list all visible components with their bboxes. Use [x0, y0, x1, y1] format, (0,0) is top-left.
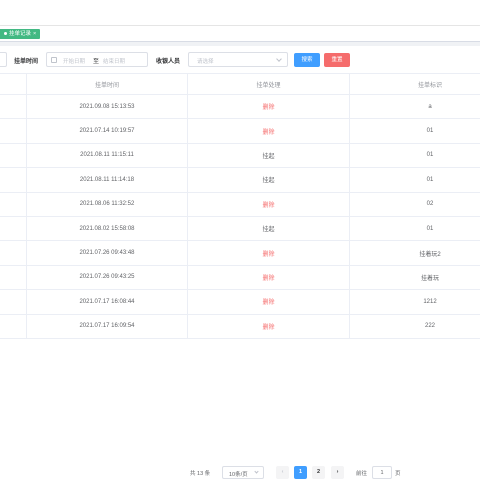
- row-action[interactable]: 删除: [188, 265, 350, 290]
- row-flag: 222: [424, 323, 435, 330]
- row-action[interactable]: 删除: [188, 290, 350, 314]
- date-range-picker[interactable]: 开始日期 至 结束日期: [46, 52, 148, 67]
- row-cell: [0, 216, 27, 241]
- row-time: 2021.08.11 11:15:11: [27, 143, 188, 168]
- orders-table: 挂单时间 挂单处理 挂单标识 2021.09.08 15:13:53 删除 a …: [0, 73, 480, 339]
- row-cell: [0, 192, 27, 216]
- row-cell: [0, 314, 27, 338]
- row-action[interactable]: 删除: [188, 192, 350, 216]
- row-flag: a: [428, 103, 432, 110]
- pagination: 共 13 条 10条/页 ‹ 1 2 › 前往 1 页: [0, 466, 480, 480]
- chevron-down-icon: [254, 469, 259, 474]
- tags-view-bar: 挂单记录 ×: [0, 26, 480, 42]
- row-cell: [0, 95, 27, 119]
- tag-dot-icon: [4, 32, 7, 36]
- page-number[interactable]: 2: [312, 466, 325, 479]
- range-separator: 至: [93, 59, 100, 65]
- reset-button[interactable]: 重置: [324, 53, 350, 67]
- row-time: 2021.07.17 16:08:44: [27, 290, 188, 314]
- row-flag: 02: [426, 201, 434, 208]
- section-divider: [0, 42, 480, 46]
- table-row: 2021.07.17 16:09:54 删除 222: [0, 314, 480, 339]
- receiver-placeholder: 请选择: [197, 59, 214, 65]
- receiver-label: 收银人员: [156, 59, 181, 65]
- column-header: [0, 74, 27, 94]
- table-row: 2021.08.06 11:32:52 删除 02: [0, 192, 480, 217]
- goto-page-input[interactable]: 1: [372, 466, 392, 479]
- column-header-action: 挂单处理: [188, 74, 350, 94]
- row-time: 2021.09.08 15:13:53: [27, 95, 188, 119]
- column-header-flag: 挂单标识: [417, 82, 442, 89]
- row-cell: [0, 143, 27, 168]
- table-row: 2021.07.17 16:08:44 删除 1212: [0, 290, 480, 315]
- chevron-down-icon: [276, 56, 282, 62]
- row-action[interactable]: 删除: [188, 95, 350, 119]
- table-header: 挂单时间 挂单处理 挂单标识: [0, 73, 480, 95]
- page-size-select[interactable]: 10条/页: [222, 466, 264, 479]
- row-flag: 挂着玩2: [419, 251, 441, 258]
- row-flag: 1212: [423, 298, 437, 305]
- row-flag: 01: [426, 152, 434, 159]
- row-time: 2021.08.02 15:58:08: [27, 216, 188, 241]
- close-icon[interactable]: ×: [33, 31, 36, 37]
- goto-label: 前往: [356, 471, 368, 477]
- tab-label: 挂单记录: [9, 31, 32, 37]
- row-time: 2021.08.06 11:32:52: [27, 192, 188, 216]
- start-date-placeholder: 开始日期: [63, 59, 86, 65]
- row-time: 2021.08.11 11:14:18: [27, 168, 188, 192]
- table-row: 2021.09.08 15:13:53 删除 a: [0, 95, 480, 120]
- end-date-placeholder: 结束日期: [103, 59, 126, 65]
- table-row: 2021.08.11 11:15:11 挂起 01: [0, 143, 480, 169]
- table-row: 2021.08.02 15:58:08 挂起 01: [0, 216, 480, 242]
- row-action[interactable]: 删除: [188, 241, 350, 265]
- search-button[interactable]: 搜索: [294, 53, 320, 67]
- table-row: 2021.07.14 10:19:57 删除 01: [0, 119, 480, 144]
- table-row: 2021.07.26 09:43:48 删除 挂着玩2: [0, 241, 480, 266]
- row-flag: 挂着玩: [420, 275, 439, 282]
- row-time: 2021.07.26 09:43:48: [27, 241, 188, 265]
- page-unit-label: 页: [395, 471, 401, 477]
- row-action[interactable]: 删除: [188, 119, 350, 143]
- row-cell: [0, 168, 27, 192]
- top-navbar: [0, 0, 480, 26]
- row-action[interactable]: 挂起: [188, 168, 350, 192]
- row-cell: [0, 265, 27, 290]
- table-row: 2021.07.26 09:43:25 删除 挂着玩: [0, 265, 480, 291]
- next-page-button[interactable]: ›: [331, 466, 344, 479]
- row-time: 2021.07.26 09:43:25: [27, 265, 188, 290]
- row-action[interactable]: 挂起: [188, 216, 350, 241]
- page-number[interactable]: 1: [294, 466, 307, 479]
- partial-input[interactable]: [0, 52, 7, 67]
- prev-page-button[interactable]: ‹: [276, 466, 289, 479]
- page-size-value: 10条/页: [229, 472, 248, 478]
- total-count: 共 13 条: [190, 471, 211, 477]
- row-flag: 01: [426, 176, 434, 183]
- row-cell: [0, 119, 27, 143]
- row-cell: [0, 241, 27, 265]
- row-flag: 01: [426, 225, 434, 232]
- row-time: 2021.07.17 16:09:54: [27, 314, 188, 338]
- receiver-select[interactable]: 请选择: [188, 52, 288, 67]
- row-time: 2021.07.14 10:19:57: [27, 119, 188, 143]
- calendar-icon: [51, 57, 57, 63]
- time-label: 挂单时间: [14, 59, 39, 65]
- row-action[interactable]: 删除: [188, 314, 350, 338]
- row-flag: 01: [426, 128, 434, 135]
- row-action[interactable]: 挂起: [188, 143, 350, 168]
- tab-active[interactable]: 挂单记录 ×: [0, 29, 41, 39]
- table-row: 2021.08.11 11:14:18 挂起 01: [0, 168, 480, 193]
- column-header-time: 挂单时间: [27, 74, 188, 94]
- search-form: 挂单时间 开始日期 至 结束日期 收银人员 请选择 搜索 重置: [0, 52, 480, 68]
- row-cell: [0, 290, 27, 314]
